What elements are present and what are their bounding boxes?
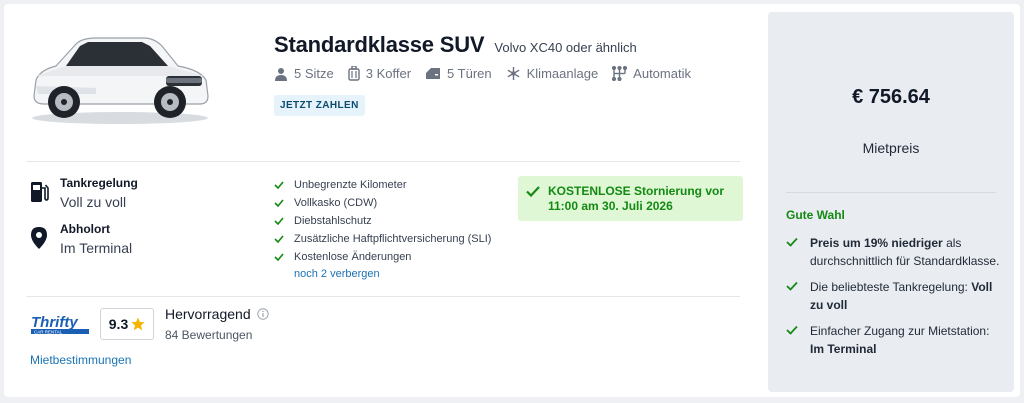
- info-icon[interactable]: [256, 308, 269, 320]
- check-icon: [274, 217, 284, 225]
- included-item-label: Zusätzliche Haftpflichtversicherung (SLI…: [294, 233, 492, 245]
- star-icon: [131, 317, 145, 331]
- list-item: Die beliebteste Tankregelung: Voll zu vo…: [786, 278, 1006, 314]
- included-item-label: Diebstahlschutz: [294, 215, 372, 227]
- check-icon: [786, 237, 798, 247]
- pay-now-badge: JETZT ZAHLEN: [274, 95, 365, 116]
- car-features: 5 Sitze 3 Koffer 5 Türen Klimaanlage Aut…: [274, 66, 691, 81]
- list-item: Unbegrenzte Kilometer: [274, 176, 491, 194]
- person-icon: [275, 67, 287, 81]
- list-item: Kostenlose Änderungen: [274, 248, 491, 266]
- fuel-policy-value: Voll zu voll: [60, 194, 127, 210]
- location-pin-icon: [31, 227, 47, 249]
- included-item-label: Kostenlose Änderungen: [294, 251, 412, 263]
- car-model-subtitle: Volvo XC40 oder ähnlich: [494, 40, 637, 55]
- divider: [26, 296, 740, 297]
- check-icon: [786, 281, 798, 291]
- check-icon: [274, 253, 284, 261]
- good-point-text: Preis um 19% niedriger als durchschnittl…: [810, 236, 1000, 268]
- rating-score-box: 9.3: [100, 308, 154, 340]
- supplier-logo: Thrifty CAR RENTAL: [31, 314, 89, 334]
- check-icon: [526, 186, 540, 197]
- feature-luggage-label: 3 Koffer: [365, 66, 412, 81]
- list-item: Zusätzliche Haftpflichtversicherung (SLI…: [274, 230, 491, 248]
- pickup-location-value: Im Terminal: [60, 240, 133, 256]
- feature-ac: Klimaanlage: [506, 66, 599, 81]
- check-icon: [274, 235, 284, 243]
- hide-more-link[interactable]: noch 2 verbergen: [294, 268, 491, 280]
- door-icon: [426, 68, 441, 79]
- car-title-row: Standardklasse SUV Volvo XC40 oder ähnli…: [274, 32, 637, 58]
- free-cancellation-banner: KOSTENLOSE Stornierung vor 11:00 am 30. …: [518, 176, 743, 221]
- free-cancellation-text: KOSTENLOSE Stornierung vor 11:00 am 30. …: [548, 184, 725, 213]
- good-choice-list: Preis um 19% niedriger als durchschnittl…: [786, 234, 1006, 366]
- check-icon: [786, 325, 798, 335]
- feature-luggage: 3 Koffer: [348, 66, 411, 81]
- fuel-pump-icon: [31, 182, 49, 202]
- feature-ac-label: Klimaanlage: [526, 66, 599, 81]
- car-category-title: Standardklasse SUV: [274, 32, 485, 57]
- feature-doors: 5 Türen: [425, 66, 492, 81]
- feature-doors-label: 5 Türen: [447, 66, 492, 81]
- list-item: Preis um 19% niedriger als durchschnittl…: [786, 234, 1006, 270]
- included-item-label: Unbegrenzte Kilometer: [294, 179, 407, 191]
- good-choice-title: Gute Wahl: [786, 208, 845, 222]
- divider: [26, 161, 740, 162]
- total-price: € 756.64: [852, 86, 930, 108]
- pickup-location-label: Abholort: [60, 222, 110, 236]
- svg-text:CAR RENTAL: CAR RENTAL: [34, 329, 63, 334]
- snowflake-icon: [507, 67, 520, 80]
- included-item-label: Vollkasko (CDW): [294, 197, 378, 209]
- suitcase-icon: [348, 66, 360, 81]
- list-item: Einfacher Zugang zur Mietstation: Im Ter…: [786, 322, 1006, 358]
- price-label: Mietpreis: [862, 140, 920, 156]
- included-list: Unbegrenzte Kilometer Vollkasko (CDW) Di…: [274, 176, 491, 280]
- rental-terms-link[interactable]: Mietbestimmungen: [30, 353, 131, 367]
- check-icon: [274, 181, 284, 189]
- list-item: Vollkasko (CDW): [274, 194, 491, 212]
- feature-seats: 5 Sitze: [274, 66, 334, 81]
- check-icon: [274, 199, 284, 207]
- list-item: Diebstahlschutz: [274, 212, 491, 230]
- fuel-policy-label: Tankregelung: [60, 176, 138, 190]
- price-panel: € 756.64 Mietpreis Gute Wahl Preis um 19…: [768, 12, 1014, 392]
- good-point-text: Die beliebteste Tankregelung: Voll zu vo…: [810, 280, 993, 312]
- feature-seats-label: 5 Sitze: [294, 66, 334, 81]
- rating-score: 9.3: [108, 316, 129, 332]
- divider: [786, 192, 996, 193]
- feature-transmission-label: Automatik: [633, 66, 691, 81]
- good-point-text: Einfacher Zugang zur Mietstation: Im Ter…: [810, 324, 990, 356]
- gearshift-icon: [612, 66, 628, 81]
- feature-transmission: Automatik: [612, 66, 691, 81]
- car-image: [32, 37, 209, 124]
- rating-label: Hervorragend: [165, 306, 251, 322]
- review-count: 84 Bewertungen: [165, 328, 253, 342]
- rating-label-row: Hervorragend: [165, 306, 269, 322]
